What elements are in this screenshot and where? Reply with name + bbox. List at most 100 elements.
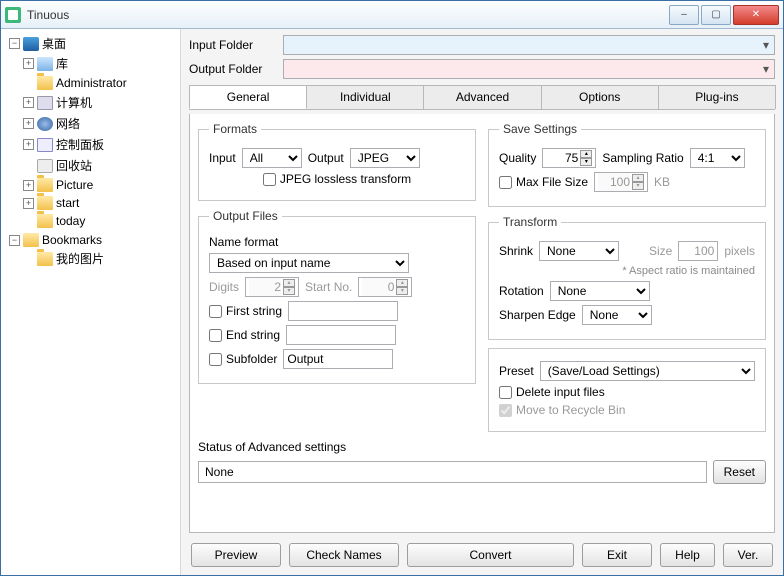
tree-label: start [56, 196, 79, 210]
tree-label: Administrator [56, 76, 127, 90]
tree-item-today[interactable]: today [21, 213, 178, 229]
maxfilesize-stepper: ▴▾ [594, 172, 648, 192]
status-label: Status of Advanced settings [198, 440, 346, 454]
tab-plugins[interactable]: Plug-ins [658, 85, 776, 109]
tree-item-admin[interactable]: Administrator [21, 75, 178, 91]
formats-group: Formats Input All Output JPEG JPEG lossl… [198, 122, 476, 201]
tree-label: 库 [56, 55, 68, 72]
exit-button[interactable]: Exit [582, 543, 652, 567]
tree-item-start[interactable]: + start [21, 195, 178, 211]
maxfilesize-checkbox[interactable]: Max File Size [499, 175, 588, 189]
input-format-label: Input [209, 151, 236, 165]
shrink-select[interactable]: None [539, 241, 619, 261]
digits-label: Digits [209, 280, 239, 294]
tab-advanced[interactable]: Advanced [423, 85, 541, 109]
expand-toggle[interactable]: + [23, 97, 34, 108]
tree-item-computer[interactable]: +计算机 [21, 93, 178, 112]
rotation-select[interactable]: None [550, 281, 650, 301]
folder-icon [37, 214, 53, 228]
first-string-input[interactable] [288, 301, 398, 321]
preset-group: Preset (Save/Load Settings) Delete input… [488, 348, 766, 432]
preset-select[interactable]: (Save/Load Settings) [540, 361, 755, 381]
help-button[interactable]: Help [660, 543, 715, 567]
tree-label: today [56, 214, 85, 228]
tab-bar: General Individual Advanced Options Plug… [189, 85, 775, 110]
folder-icon [37, 178, 53, 192]
output-format-label: Output [308, 151, 344, 165]
folder-tree[interactable]: − 桌面 +库 Administrator +计算机 +网络 +控制面板 回收站… [3, 33, 178, 270]
app-title: Tinuous [27, 8, 667, 22]
digits-stepper: ▴▾ [245, 277, 299, 297]
expand-toggle[interactable]: + [23, 198, 34, 209]
convert-button[interactable]: Convert [407, 543, 574, 567]
tree-item-picture[interactable]: + Picture [21, 177, 178, 193]
tab-options[interactable]: Options [541, 85, 659, 109]
subfolder-checkbox[interactable]: Subfolder [209, 352, 277, 366]
save-settings-group: Save Settings Quality ▴▾ Sampling Ratio … [488, 122, 766, 207]
expand-toggle[interactable]: + [23, 58, 34, 69]
sampling-select[interactable]: 4:1 [690, 148, 745, 168]
expand-toggle[interactable]: + [23, 118, 34, 129]
pixels-label: pixels [724, 244, 755, 258]
titlebar[interactable]: Tinuous – ▢ ✕ [1, 1, 783, 29]
preview-button[interactable]: Preview [191, 543, 281, 567]
app-icon [5, 7, 21, 23]
tree-item-recycle[interactable]: 回收站 [21, 156, 178, 175]
desktop-icon [23, 37, 39, 51]
output-folder-combo[interactable]: ▾ [283, 59, 775, 79]
version-button[interactable]: Ver. [723, 543, 773, 567]
expand-toggle[interactable]: − [9, 38, 20, 49]
minimize-button[interactable]: – [669, 5, 699, 25]
tree-item-desktop[interactable]: − 桌面 [7, 34, 178, 53]
name-format-label: Name format [209, 235, 278, 249]
tree-item-network[interactable]: +网络 [21, 114, 178, 133]
input-folder-label: Input Folder [189, 38, 279, 52]
tree-item-bookmarks[interactable]: − Bookmarks [7, 232, 178, 248]
status-value: None [198, 461, 707, 483]
move-recycle-checkbox: Move to Recycle Bin [499, 403, 625, 417]
tree-item-control[interactable]: +控制面板 [21, 135, 178, 154]
main-panel: Input Folder ▾ Output Folder ▾ General I… [181, 29, 783, 575]
end-string-input[interactable] [286, 325, 396, 345]
tab-individual[interactable]: Individual [306, 85, 424, 109]
sharpen-select[interactable]: None [582, 305, 652, 325]
chevron-down-icon[interactable]: ▾ [758, 62, 774, 76]
tree-label: 我的图片 [56, 250, 104, 267]
control-panel-icon [37, 138, 53, 152]
quality-stepper[interactable]: ▴▾ [542, 148, 596, 168]
expand-toggle[interactable]: + [23, 139, 34, 150]
tree-item-mypics[interactable]: 我的图片 [21, 249, 178, 268]
reset-button[interactable]: Reset [713, 460, 766, 484]
computer-icon [37, 96, 53, 110]
input-format-select[interactable]: All [242, 148, 302, 168]
expand-toggle[interactable]: − [9, 235, 20, 246]
end-string-checkbox[interactable]: End string [209, 328, 280, 342]
network-icon [37, 117, 53, 131]
tab-general[interactable]: General [189, 85, 307, 109]
tree-label: 桌面 [42, 35, 66, 52]
output-files-group: Output Files Name format Based on input … [198, 209, 476, 384]
output-format-select[interactable]: JPEG [350, 148, 420, 168]
rotation-label: Rotation [499, 284, 544, 298]
name-format-select[interactable]: Based on input name [209, 253, 409, 273]
tree-item-lib[interactable]: +库 [21, 54, 178, 73]
input-folder-combo[interactable]: ▾ [283, 35, 775, 55]
expand-toggle[interactable]: + [23, 180, 34, 191]
check-names-button[interactable]: Check Names [289, 543, 399, 567]
close-button[interactable]: ✕ [733, 5, 779, 25]
output-folder-label: Output Folder [189, 62, 279, 76]
maximize-button[interactable]: ▢ [701, 5, 731, 25]
app-window: Tinuous – ▢ ✕ − 桌面 +库 A [0, 0, 784, 576]
delete-input-checkbox[interactable]: Delete input files [499, 385, 605, 399]
chevron-down-icon[interactable]: ▾ [758, 38, 774, 52]
lossless-checkbox[interactable]: JPEG lossless transform [263, 172, 411, 186]
preset-label: Preset [499, 364, 534, 378]
kb-label: KB [654, 175, 670, 189]
startno-label: Start No. [305, 280, 352, 294]
aspect-note: * Aspect ratio is maintained [622, 265, 755, 277]
recycle-bin-icon [37, 159, 53, 173]
tab-page-general: Formats Input All Output JPEG JPEG lossl… [189, 114, 775, 533]
subfolder-input[interactable] [283, 349, 393, 369]
tree-label: Picture [56, 178, 93, 192]
first-string-checkbox[interactable]: First string [209, 304, 282, 318]
